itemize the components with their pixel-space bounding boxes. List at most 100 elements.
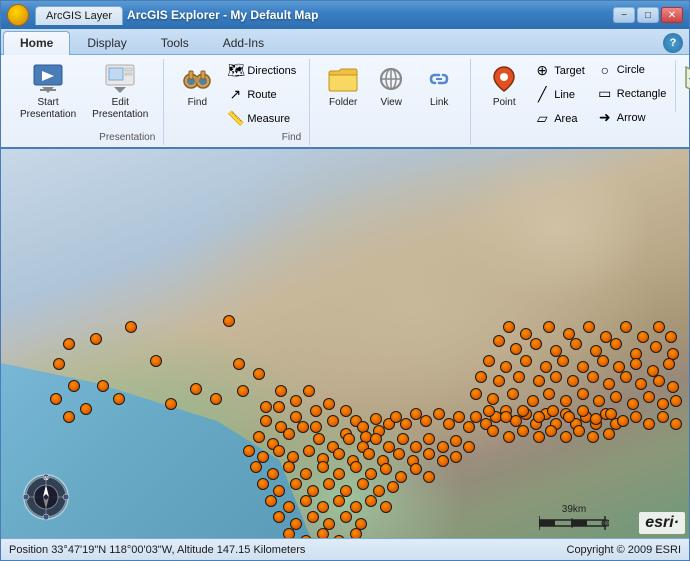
map-marker <box>303 385 315 397</box>
rectangle-button[interactable]: ▭ Rectangle <box>592 82 672 105</box>
map-button[interactable]: Map <box>675 59 690 113</box>
map-marker <box>267 468 279 480</box>
map-marker <box>350 501 362 513</box>
directions-button[interactable]: 🗺 Directions <box>222 59 301 82</box>
area-button[interactable]: ▱ Area <box>529 107 590 130</box>
active-document-tab[interactable]: ArcGIS Layer <box>35 6 123 25</box>
map-marker <box>410 463 422 475</box>
ribbon: Home Display Tools Add-Ins ? <box>1 29 689 149</box>
map-marker <box>503 431 515 443</box>
minimize-button[interactable]: − <box>613 7 635 23</box>
target-button[interactable]: ⊕ Target <box>529 59 590 82</box>
map-marker <box>365 468 377 480</box>
map-marker <box>260 401 272 413</box>
help-button[interactable]: ? <box>663 33 683 53</box>
circle-button[interactable]: ○ Circle <box>592 59 672 81</box>
map-marker <box>530 338 542 350</box>
compass[interactable]: N <box>21 472 71 522</box>
map-marker <box>423 471 435 483</box>
map-marker <box>483 405 495 417</box>
map-marker <box>653 321 665 333</box>
ribbon-group-content: Folder View <box>312 59 471 145</box>
map-marker <box>253 368 265 380</box>
map-marker <box>637 331 649 343</box>
map-marker <box>540 361 552 373</box>
map-marker <box>317 501 329 513</box>
edit-presentation-icon <box>104 63 136 95</box>
map-marker <box>513 371 525 383</box>
map-marker <box>635 378 647 390</box>
map-marker <box>333 448 345 460</box>
map-marker <box>423 448 435 460</box>
map-marker <box>667 381 679 393</box>
tab-addins[interactable]: Add-Ins <box>206 31 281 54</box>
map-marker <box>487 393 499 405</box>
map-marker <box>475 371 487 383</box>
map-marker <box>577 361 589 373</box>
measure-button[interactable]: 📏 Measure <box>222 107 301 130</box>
map-marker <box>605 408 617 420</box>
map-marker <box>190 383 202 395</box>
ribbon-group-presentation: StartPresentation EditPre <box>5 59 164 145</box>
map-marker <box>533 411 545 423</box>
link-button[interactable]: Link <box>416 59 462 113</box>
map-marker <box>433 408 445 420</box>
map-view[interactable]: N 39km esri· <box>1 149 689 538</box>
map-marker <box>363 448 375 460</box>
area-label: Area <box>554 113 577 125</box>
close-button[interactable]: ✕ <box>661 7 683 23</box>
map-marker <box>603 428 615 440</box>
map-marker <box>670 395 682 407</box>
route-button[interactable]: ↗ Route <box>222 83 301 106</box>
map-marker <box>323 478 335 490</box>
map-marker <box>570 338 582 350</box>
map-marker <box>543 321 555 333</box>
map-marker <box>567 375 579 387</box>
esri-logo: esri· <box>639 512 685 534</box>
restore-button[interactable]: □ <box>637 7 659 23</box>
map-marker <box>533 431 545 443</box>
view-button[interactable]: View <box>368 59 414 113</box>
map-marker <box>317 461 329 473</box>
map-marker <box>550 371 562 383</box>
map-marker <box>310 421 322 433</box>
map-marker <box>493 335 505 347</box>
start-presentation-label: StartPresentation <box>20 97 76 121</box>
map-marker <box>50 393 62 405</box>
map-marker <box>273 401 285 413</box>
line-button[interactable]: ╱ Line <box>529 83 590 106</box>
map-marker <box>257 478 269 490</box>
map-marker <box>63 338 75 350</box>
tab-home[interactable]: Home <box>3 31 70 55</box>
map-marker <box>557 355 569 367</box>
start-presentation-button[interactable]: StartPresentation <box>13 59 83 125</box>
arrow-button[interactable]: ➜ Arrow <box>592 106 672 129</box>
map-marker <box>420 415 432 427</box>
find-button[interactable]: Find <box>174 59 220 113</box>
map-marker <box>317 528 329 538</box>
map-marker <box>547 405 559 417</box>
map-marker <box>527 395 539 407</box>
tab-display[interactable]: Display <box>70 31 143 54</box>
scale-bar: 39km <box>539 504 609 530</box>
map-marker <box>307 511 319 523</box>
arrow-label: Arrow <box>617 112 646 124</box>
window-controls: − □ ✕ <box>613 7 683 23</box>
folder-button[interactable]: Folder <box>320 59 366 113</box>
map-marker <box>590 413 602 425</box>
map-marker <box>587 431 599 443</box>
map-marker <box>587 371 599 383</box>
map-marker <box>643 391 655 403</box>
folder-icon <box>327 63 359 95</box>
map-marker <box>273 445 285 457</box>
map-marker <box>437 441 449 453</box>
map-marker <box>400 418 412 430</box>
map-marker <box>80 403 92 415</box>
content-items: Folder View <box>320 59 462 143</box>
map-marker <box>323 398 335 410</box>
measure-icon: 📏 <box>227 110 243 127</box>
point-button[interactable]: Point <box>481 59 527 113</box>
map-icon <box>684 63 690 95</box>
tab-tools[interactable]: Tools <box>144 31 206 54</box>
edit-presentation-button[interactable]: EditPresentation <box>85 59 155 125</box>
